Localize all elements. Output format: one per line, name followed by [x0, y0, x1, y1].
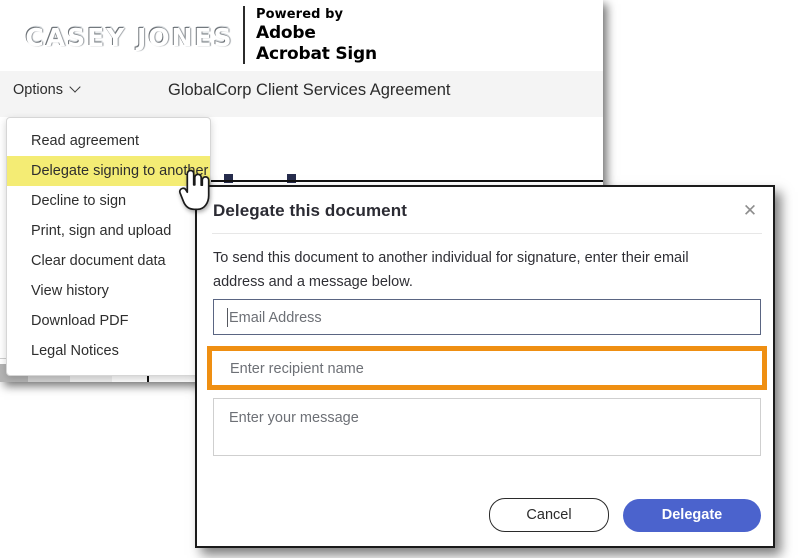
delegate-document-dialog: Delegate this document ✕ To send this do…	[195, 185, 775, 548]
powered-by-label: Powered by	[256, 7, 344, 22]
menu-item-download-pdf[interactable]: Download PDF	[7, 306, 210, 336]
brand-divider	[243, 6, 245, 64]
options-button[interactable]: Options	[13, 82, 82, 98]
close-icon[interactable]: ✕	[741, 202, 759, 220]
adobe-label: Adobe	[256, 23, 316, 43]
dialog-title: Delegate this document	[213, 201, 407, 220]
options-dropdown-menu[interactable]: Read agreement Delegate signing to anoth…	[6, 117, 211, 376]
document-rule	[195, 180, 603, 182]
message-placeholder: Enter your message	[229, 410, 359, 426]
dialog-actions: Cancel Delegate	[197, 498, 777, 532]
dialog-title-divider	[212, 233, 762, 234]
brand-header: CASEY JONES Powered by Adobe Acrobat Sig…	[0, 0, 603, 71]
menu-item-legal-notices[interactable]: Legal Notices	[7, 336, 210, 366]
message-textarea[interactable]: Enter your message	[213, 398, 761, 456]
delegate-button[interactable]: Delegate	[623, 498, 761, 532]
menu-item-delegate-signing[interactable]: Delegate signing to another	[7, 156, 210, 186]
text-caret	[227, 308, 228, 327]
menu-item-clear-document-data[interactable]: Clear document data	[7, 246, 210, 276]
email-address-input[interactable]: Email Address	[213, 299, 761, 335]
casey-jones-logo: CASEY JONES	[22, 17, 237, 55]
recipient-name-input[interactable]: Enter recipient name	[207, 346, 767, 390]
dialog-description: To send this document to another individ…	[213, 250, 689, 290]
powered-by-adobe-block: Powered by Adobe Acrobat Sign	[256, 6, 377, 65]
menu-item-view-history[interactable]: View history	[7, 276, 210, 306]
recipient-name-placeholder: Enter recipient name	[230, 361, 364, 377]
page-title: GlobalCorp Client Services Agreement	[168, 81, 451, 99]
options-toolbar: Options GlobalCorp Client Services Agree…	[0, 71, 603, 118]
menu-item-decline-to-sign[interactable]: Decline to sign	[7, 186, 210, 216]
acrobat-sign-label: Acrobat Sign	[256, 44, 377, 64]
menu-item-read-agreement[interactable]: Read agreement	[7, 126, 210, 156]
chevron-down-icon	[71, 83, 82, 94]
options-button-label: Options	[13, 82, 63, 98]
email-address-placeholder: Email Address	[229, 310, 322, 326]
cancel-button[interactable]: Cancel	[489, 498, 609, 532]
menu-item-print-sign-upload[interactable]: Print, sign and upload	[7, 216, 210, 246]
